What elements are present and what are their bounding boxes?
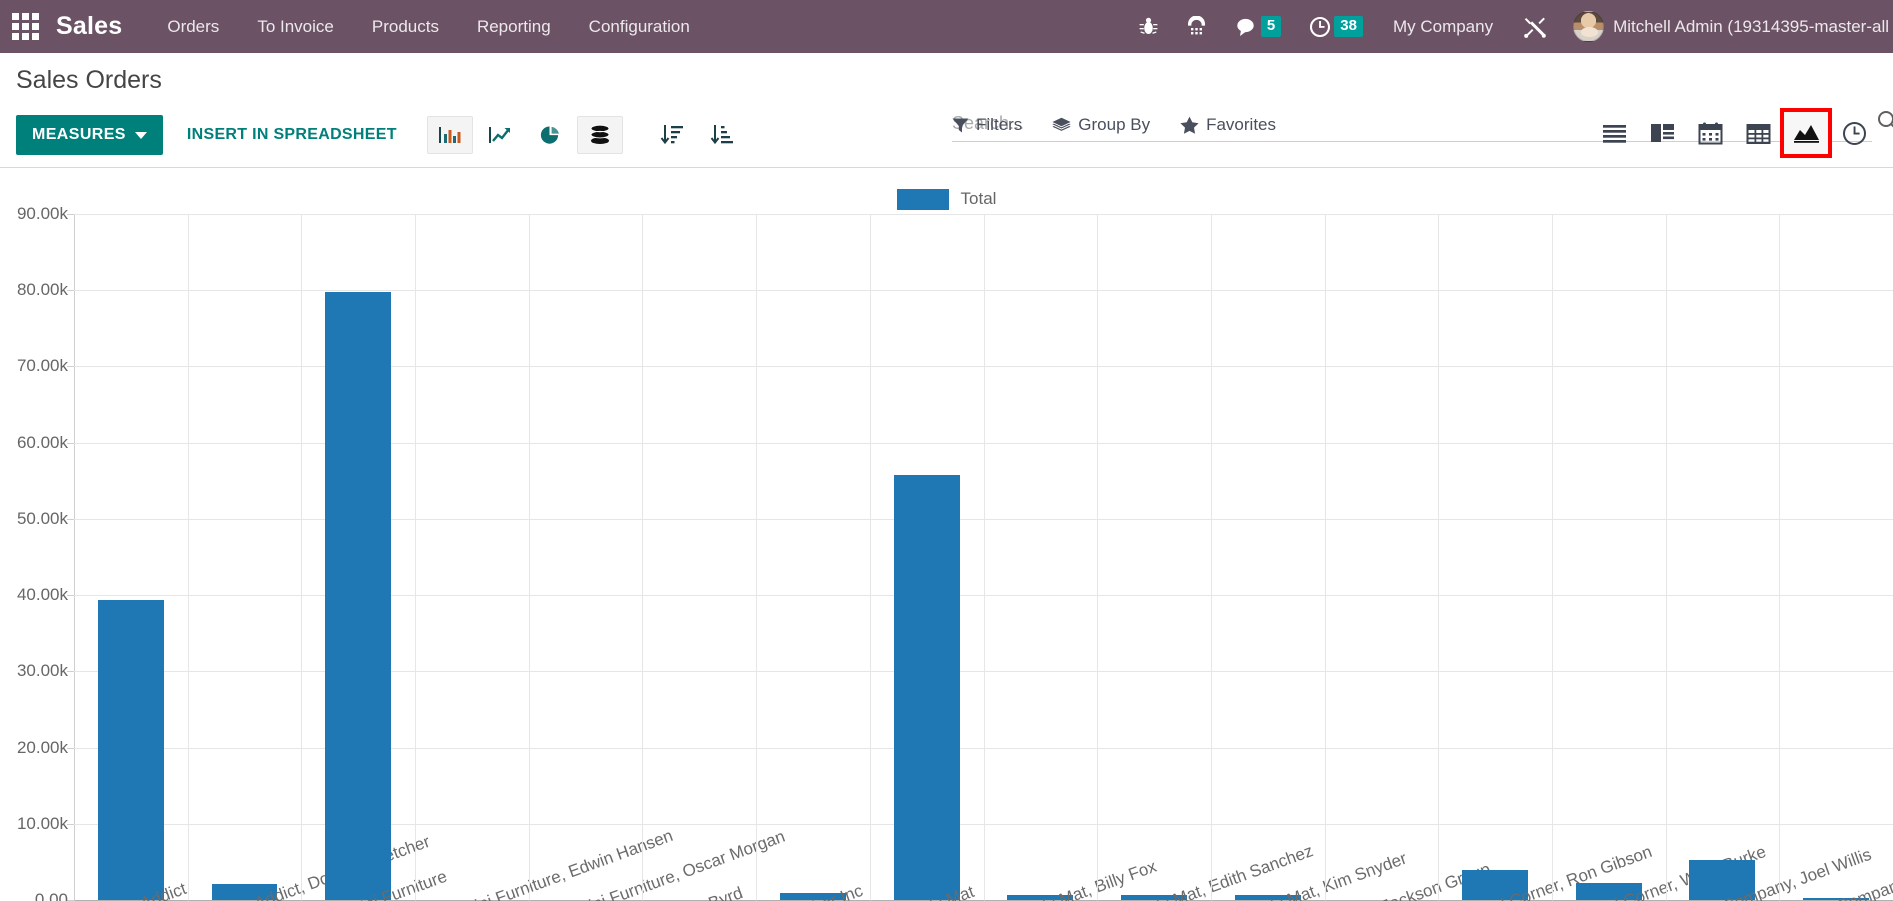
- activities-count-badge: 38: [1334, 16, 1363, 37]
- messages-icon[interactable]: 5: [1221, 0, 1295, 53]
- y-tick-mark: [67, 442, 74, 444]
- graph-view: Total 0.00 10.00k 20.00k 30.00k 40.00k 50.00k…: [0, 168, 1893, 901]
- app-brand-sales[interactable]: Sales: [48, 0, 148, 53]
- x-gridline: [1097, 214, 1099, 900]
- group-by-dropdown[interactable]: Group By: [1052, 115, 1150, 135]
- x-gridline: [528, 214, 530, 900]
- chart-plot-area[interactable]: 0.00 10.00k 20.00k 30.00k 40.00k 50.00k 60.00k…: [0, 204, 1893, 901]
- y-axis-line: [74, 214, 75, 900]
- y-axis-tick-label: 90.00k: [16, 204, 68, 223]
- menu-orders[interactable]: Orders: [148, 0, 238, 53]
- y-tick-mark: [67, 290, 74, 292]
- bar-chart-icon[interactable]: [426, 116, 473, 154]
- x-axis-tick-label: Keith Byrd: [665, 883, 746, 901]
- messages-count-badge: 5: [1260, 16, 1282, 37]
- y-axis-tick-label: 70.00k: [16, 356, 68, 376]
- x-gridline: [415, 214, 417, 900]
- x-gridline: [1438, 214, 1440, 900]
- y-axis-tick-label: 30.00k: [16, 661, 68, 681]
- x-gridline: [301, 214, 303, 900]
- favorites-label: Favorites: [1206, 115, 1277, 134]
- y-axis-tick-label: 10.00k: [16, 813, 68, 833]
- menu-products[interactable]: Products: [353, 0, 458, 53]
- legend-swatch-total[interactable]: [896, 188, 949, 210]
- menu-reporting[interactable]: Reporting: [458, 0, 570, 53]
- phone-dialer-icon[interactable]: [1172, 0, 1221, 53]
- user-menu[interactable]: Mitchell Admin (19314395-master-all: [1613, 17, 1889, 37]
- avatar[interactable]: [1573, 11, 1605, 42]
- wrench-screwdriver-icon[interactable]: [1509, 0, 1561, 53]
- filter-funnel-icon: [952, 118, 969, 132]
- activity-view-icon[interactable]: [1831, 111, 1877, 155]
- pie-chart-icon[interactable]: [527, 116, 573, 154]
- legend-label-total: Total: [960, 189, 997, 208]
- order-group: [645, 116, 745, 154]
- search-options: Filters Group By Favorites: [952, 115, 1276, 135]
- y-axis-tick-label: 40.00k: [16, 585, 68, 605]
- layers-icon: [1052, 117, 1071, 131]
- measures-button[interactable]: MEASURES: [16, 115, 163, 155]
- chart-type-group: [423, 116, 623, 154]
- menu-to-invoice[interactable]: To Invoice: [238, 0, 353, 53]
- star-icon: [1180, 116, 1199, 134]
- graph-view-icon[interactable]: [1780, 108, 1832, 158]
- favorites-dropdown[interactable]: Favorites: [1180, 115, 1276, 135]
- y-tick-mark: [67, 595, 74, 597]
- y-tick-mark: [67, 518, 74, 520]
- chart-bar[interactable]: [97, 600, 164, 900]
- y-tick-mark: [67, 671, 74, 673]
- x-gridline: [1324, 214, 1326, 900]
- insert-in-spreadsheet-button[interactable]: INSERT IN SPREADSHEET: [187, 126, 397, 144]
- pivot-view-icon[interactable]: [1735, 111, 1781, 155]
- x-gridline: [756, 214, 758, 900]
- x-gridline: [869, 214, 871, 900]
- tools-row: MEASURES INSERT IN SPREADSHEET Filters G…: [0, 105, 1893, 165]
- chart-legend: Total: [0, 168, 1893, 214]
- x-gridline: [1551, 214, 1553, 900]
- breadcrumb: Sales Orders: [0, 53, 1893, 105]
- top-navbar: Sales Orders To Invoice Products Reporti…: [0, 0, 1893, 53]
- y-axis-tick-label: 60.00k: [16, 432, 68, 452]
- chart-bar[interactable]: [325, 291, 392, 900]
- page-title: Sales Orders: [16, 66, 162, 94]
- y-tick-mark: [67, 823, 74, 825]
- x-gridline: [642, 214, 644, 900]
- view-switcher: [1591, 108, 1877, 158]
- apps-grid-icon[interactable]: [8, 10, 42, 44]
- kanban-view-icon[interactable]: [1639, 111, 1685, 155]
- y-axis-tick-label: 0.00: [34, 890, 68, 901]
- calendar-view-icon[interactable]: [1687, 111, 1733, 155]
- x-gridline: [983, 214, 985, 900]
- bug-icon[interactable]: [1125, 0, 1172, 53]
- y-tick-mark: [67, 366, 74, 368]
- filters-dropdown[interactable]: Filters: [952, 115, 1022, 135]
- company-switcher[interactable]: My Company: [1377, 17, 1509, 37]
- activities-clock-icon[interactable]: 38: [1295, 0, 1377, 53]
- stacked-icon[interactable]: [576, 116, 623, 154]
- x-gridline: [1665, 214, 1667, 900]
- systray: 5 38 My Company Mitchell Admin (19314395…: [1125, 0, 1893, 53]
- x-gridline: [1210, 214, 1212, 900]
- measures-label: MEASURES: [32, 126, 126, 143]
- chart-bar[interactable]: [893, 474, 960, 900]
- y-tick-mark: [67, 747, 74, 749]
- y-axis-tick-label: 50.00k: [16, 508, 68, 528]
- group-by-label: Group By: [1078, 115, 1151, 134]
- filters-label: Filters: [976, 115, 1023, 134]
- x-axis-tick-label: Ready Mat, Billy Fox: [1006, 856, 1160, 901]
- line-chart-icon[interactable]: [477, 116, 523, 154]
- sort-descending-icon[interactable]: [649, 116, 695, 154]
- chevron-down-icon: [134, 131, 147, 139]
- x-gridline: [1779, 214, 1781, 900]
- y-axis-tick-label: 20.00k: [16, 737, 68, 757]
- control-panel: Sales Orders MEASURES INSERT IN SPREADSH…: [0, 53, 1893, 168]
- y-axis-tick-label: 80.00k: [16, 280, 68, 300]
- sort-ascending-icon[interactable]: [699, 116, 745, 154]
- list-view-icon[interactable]: [1591, 111, 1637, 155]
- x-gridline: [187, 214, 189, 900]
- y-tick-mark: [67, 214, 74, 215]
- menu-configuration[interactable]: Configuration: [570, 0, 709, 53]
